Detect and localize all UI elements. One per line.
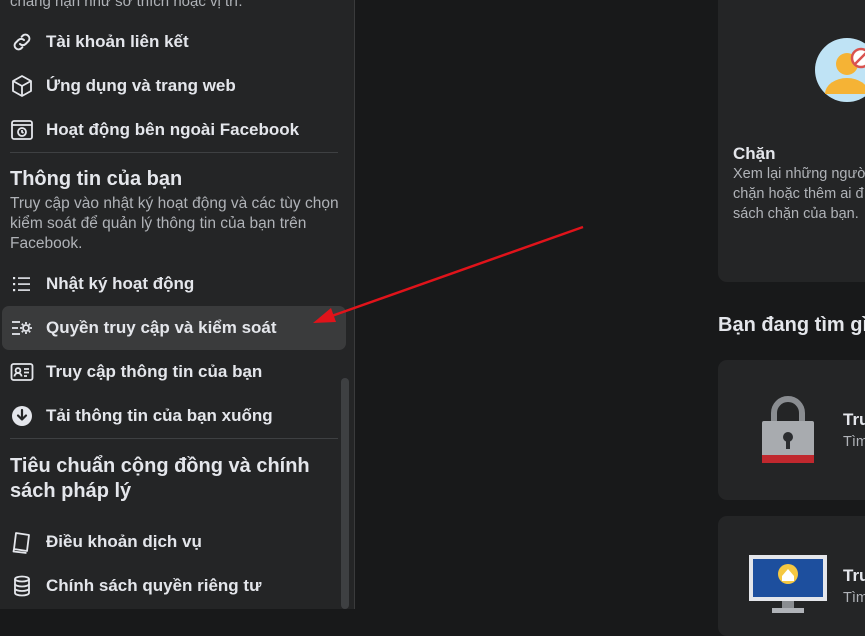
book-icon <box>10 530 34 554</box>
download-info-card-title: Tru <box>843 566 865 585</box>
monitor-illustration <box>748 554 828 614</box>
section-title-policies: Tiêu chuẩn cộng đồng và chính sách pháp … <box>10 455 310 502</box>
settings-list-icon <box>10 316 34 340</box>
sidebar-item-label: Hoạt động bên ngoài Facebook <box>46 120 300 139</box>
list-icon <box>10 272 34 296</box>
section-heading-looking-for: Bạn đang tìm gì <box>718 314 865 336</box>
sidebar-item-label: Truy cập thông tin của bạn <box>46 362 263 381</box>
cube-icon <box>10 74 34 98</box>
sidebar-item-offsite-activity[interactable]: Hoạt động bên ngoài Facebook <box>2 108 346 152</box>
download-info-card[interactable]: Tru Tìm <box>718 516 865 636</box>
padlock-illustration <box>760 393 816 465</box>
section-description-your-info: Truy cập vào nhật ký hoạt động và các tù… <box>10 195 339 252</box>
sidebar-item-label: Tài khoản liên kết <box>46 32 189 51</box>
sidebar-item-label: Chính sách quyền riêng tư <box>46 576 262 595</box>
block-card[interactable]: Chặn Xem lại những ngườ chặn hoặc thêm a… <box>718 0 865 282</box>
sidebar-scrollbar[interactable] <box>341 378 349 609</box>
main-content: Chặn Xem lại những ngườ chặn hoặc thêm a… <box>355 0 865 636</box>
block-card-desc-line: Xem lại những ngườ <box>733 166 865 182</box>
sidebar-item-label: Tải thông tin của bạn xuống <box>46 406 273 425</box>
sidebar-item-label: Điều khoản dịch vụ <box>46 532 202 551</box>
section-title-your-info: Thông tin của bạn <box>10 168 183 190</box>
sidebar-item-privacy-policy[interactable]: Chính sách quyền riêng tư <box>2 564 346 608</box>
sidebar-item-terms[interactable]: Điều khoản dịch vụ <box>2 520 346 564</box>
download-icon <box>10 404 34 428</box>
sidebar-item-apps-websites[interactable]: Ứng dụng và trang web <box>2 64 346 108</box>
block-card-desc-line: sách chặn của bạn. <box>733 206 859 222</box>
access-info-card-title: Tru <box>843 410 865 429</box>
sidebar-item-label: Nhật ký hoạt động <box>46 274 195 293</box>
sidebar-partial-text: chẳng hạn như sở thích hoặc vị trí. <box>10 0 243 10</box>
sidebar-item-activity-log[interactable]: Nhật ký hoạt động <box>2 262 346 306</box>
sidebar-divider <box>10 438 338 439</box>
download-info-card-subtitle: Tìm <box>843 590 865 606</box>
sidebar-item-label: Ứng dụng và trang web <box>46 76 236 95</box>
sidebar-item-linked-accounts[interactable]: Tài khoản liên kết <box>2 20 346 64</box>
block-card-title: Chặn <box>733 144 776 163</box>
id-card-icon <box>10 360 34 384</box>
database-icon <box>10 574 34 598</box>
blocked-user-illustration <box>815 38 865 102</box>
sidebar-divider <box>10 152 338 153</box>
sidebar-item-label: Quyền truy cập và kiểm soát <box>46 318 277 337</box>
link-icon <box>10 30 34 54</box>
block-card-desc-line: chặn hoặc thêm ai đ <box>733 186 864 202</box>
access-info-card[interactable]: Tru Tìm <box>718 360 865 500</box>
sidebar-item-access-control[interactable]: Quyền truy cập và kiểm soát <box>2 306 346 350</box>
settings-sidebar: chẳng hạn như sở thích hoặc vị trí. Tài … <box>0 0 355 609</box>
access-info-card-subtitle: Tìm <box>843 434 865 450</box>
sidebar-item-access-your-info[interactable]: Truy cập thông tin của bạn <box>2 350 346 394</box>
sidebar-item-download-info[interactable]: Tải thông tin của bạn xuống <box>2 394 346 438</box>
offsite-activity-icon <box>10 118 34 142</box>
